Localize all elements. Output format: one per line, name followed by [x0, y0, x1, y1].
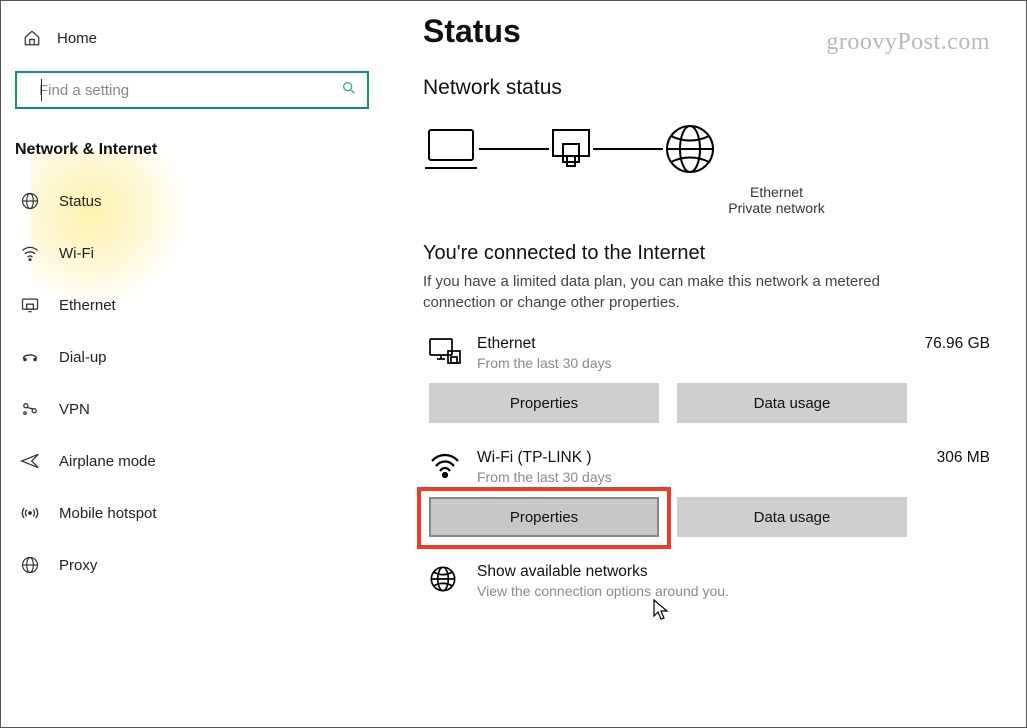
available-sub: View the connection options around you.: [477, 583, 729, 599]
proxy-icon: [19, 555, 41, 575]
diagram-label-2: Private network: [563, 200, 990, 216]
dialup-icon: [19, 347, 41, 367]
wifi-data-usage-button[interactable]: Data usage: [677, 497, 907, 537]
connection-sub: From the last 30 days: [477, 355, 890, 371]
nav-label: Dial-up: [59, 349, 107, 366]
globe-icon: [19, 191, 41, 211]
diagram-pc-icon: [423, 124, 479, 174]
nav-label: VPN: [59, 401, 90, 418]
connection-sub: From the last 30 days: [477, 469, 890, 485]
connection-name: Wi-Fi (TP-LINK ): [477, 449, 890, 467]
connected-desc: If you have a limited data plan, you can…: [423, 271, 923, 313]
watermark: groovyPost.com: [826, 29, 990, 56]
connected-heading: You're connected to the Internet: [423, 242, 990, 265]
connection-usage: 306 MB: [890, 449, 990, 467]
diagram-label-1: Ethernet: [563, 184, 990, 200]
nav-item-ethernet[interactable]: Ethernet: [1, 279, 383, 331]
nav-label: Ethernet: [59, 297, 116, 314]
connection-wifi: Wi-Fi (TP-LINK ) From the last 30 days 3…: [423, 449, 990, 537]
nav-item-proxy[interactable]: Proxy: [1, 539, 383, 591]
diagram-line: [479, 148, 549, 150]
globe-icon: [423, 563, 463, 593]
wifi-conn-icon: [423, 449, 467, 479]
ethernet-icon: [19, 295, 41, 315]
diagram-line: [593, 148, 663, 150]
section-title: Network status: [423, 76, 990, 100]
nav-item-hotspot[interactable]: Mobile hotspot: [1, 487, 383, 539]
home-link[interactable]: Home: [1, 17, 383, 59]
nav-item-airplane[interactable]: Airplane mode: [1, 435, 383, 487]
highlight-box: Properties: [429, 497, 659, 537]
wifi-icon: [19, 243, 41, 263]
search-icon: [341, 80, 357, 101]
main-content: groovyPost.com Status Network status: [383, 1, 1026, 727]
network-diagram: [423, 122, 990, 176]
text-cursor: [41, 79, 42, 101]
nav-item-dialup[interactable]: Dial-up: [1, 331, 383, 383]
home-label: Home: [57, 30, 97, 47]
diagram-globe-icon: [663, 122, 717, 176]
ethernet-properties-button[interactable]: Properties: [429, 383, 659, 423]
diagram-router-icon: [549, 124, 593, 174]
nav-label: Status: [59, 193, 102, 210]
search-box[interactable]: [15, 71, 369, 109]
vpn-icon: [19, 399, 41, 419]
hotspot-icon: [19, 503, 41, 523]
nav-list: Status Wi-Fi Ethernet: [1, 169, 383, 591]
ethernet-conn-icon: [423, 335, 467, 367]
nav-label: Proxy: [59, 557, 97, 574]
available-networks-link[interactable]: Show available networks View the connect…: [423, 563, 990, 599]
wifi-properties-button[interactable]: Properties: [429, 497, 659, 537]
category-heading: Network & Internet: [1, 133, 383, 169]
search-input[interactable]: [27, 82, 341, 99]
available-title: Show available networks: [477, 563, 729, 581]
connection-name: Ethernet: [477, 335, 890, 353]
nav-item-vpn[interactable]: VPN: [1, 383, 383, 435]
sidebar: Home Network & Internet Status: [1, 1, 383, 727]
nav-item-wifi[interactable]: Wi-Fi: [1, 227, 383, 279]
nav-label: Airplane mode: [59, 453, 156, 470]
home-icon: [21, 29, 43, 47]
airplane-icon: [19, 451, 41, 471]
nav-label: Wi-Fi: [59, 245, 94, 262]
connection-ethernet: Ethernet From the last 30 days 76.96 GB …: [423, 335, 990, 423]
connection-usage: 76.96 GB: [890, 335, 990, 353]
nav-item-status[interactable]: Status: [1, 175, 383, 227]
ethernet-data-usage-button[interactable]: Data usage: [677, 383, 907, 423]
diagram-labels: Ethernet Private network: [423, 184, 990, 216]
nav-label: Mobile hotspot: [59, 505, 157, 522]
